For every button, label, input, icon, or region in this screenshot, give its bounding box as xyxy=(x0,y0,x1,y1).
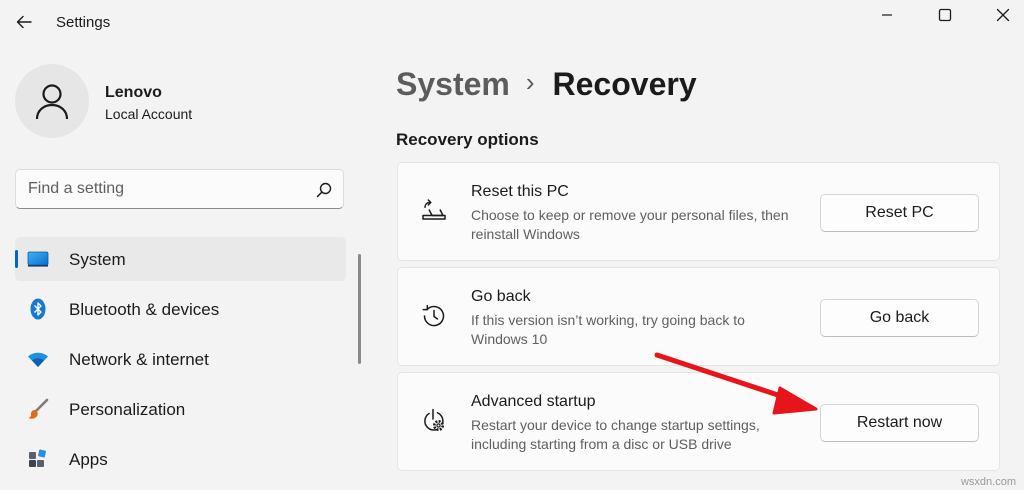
apps-icon xyxy=(27,448,49,470)
breadcrumb-parent[interactable]: System xyxy=(396,66,510,102)
sidebar-item-label: Network & internet xyxy=(69,350,209,369)
sidebar-item-label: Personalization xyxy=(69,400,186,419)
card-description: Choose to keep or remove your personal f… xyxy=(471,207,789,242)
title-bar: Settings xyxy=(0,0,1024,46)
advanced-startup-icon xyxy=(424,408,444,431)
back-button[interactable] xyxy=(10,8,38,36)
sidebar-item-bluetooth[interactable]: Bluetooth & devices xyxy=(15,287,346,331)
user-name: Lenovo xyxy=(105,84,162,101)
card-description: If this version isn’t working, try going… xyxy=(471,312,745,347)
card-title: Reset this PC xyxy=(471,183,569,200)
card-title: Go back xyxy=(471,288,531,305)
section-title: Recovery options xyxy=(396,130,539,149)
wifi-icon xyxy=(27,348,49,370)
history-icon xyxy=(422,304,445,327)
close-icon xyxy=(996,8,1010,22)
sidebar-item-label: System xyxy=(69,250,126,269)
sidebar-item-apps[interactable]: Apps xyxy=(15,437,346,481)
active-indicator xyxy=(15,250,18,268)
reset-pc-button[interactable]: Reset PC xyxy=(820,194,979,232)
sidebar-item-label: Bluetooth & devices xyxy=(69,300,220,319)
sidebar-item-system[interactable]: System xyxy=(15,237,346,281)
breadcrumb: System › Recovery xyxy=(396,66,697,110)
search-icon[interactable] xyxy=(315,181,333,199)
avatar[interactable] xyxy=(15,64,89,138)
page-title: Recovery xyxy=(552,66,697,102)
search-box[interactable] xyxy=(15,169,344,209)
maximize-icon xyxy=(938,8,952,22)
card-go-back: Go back If this version isn’t working, t… xyxy=(397,267,1000,366)
card-reset-pc: Reset this PC Choose to keep or remove y… xyxy=(397,162,1000,261)
app-title: Settings xyxy=(56,14,111,31)
go-back-button[interactable]: Go back xyxy=(820,299,979,337)
restart-now-button[interactable]: Restart now xyxy=(820,404,979,442)
bluetooth-icon xyxy=(27,298,49,320)
card-advanced-startup: Advanced startup Restart your device to … xyxy=(397,372,1000,471)
user-icon xyxy=(35,84,69,120)
sidebar-item-personalization[interactable]: Personalization xyxy=(15,387,346,431)
reset-pc-icon xyxy=(422,199,446,220)
sidebar-scrollbar[interactable] xyxy=(358,254,361,364)
maximize-button[interactable] xyxy=(916,0,974,30)
watermark: wsxdn.com xyxy=(960,476,1016,488)
close-button[interactable] xyxy=(974,0,1024,30)
monitor-icon xyxy=(27,248,49,270)
sidebar-item-label: Apps xyxy=(69,450,108,469)
sidebar-item-network[interactable]: Network & internet xyxy=(15,337,346,381)
minimize-icon xyxy=(882,14,892,16)
back-arrow-icon xyxy=(16,15,32,29)
account-type: Local Account xyxy=(105,106,193,122)
card-description: Restart your device to change startup se… xyxy=(471,417,760,452)
breadcrumb-separator: › xyxy=(525,67,535,97)
card-title: Advanced startup xyxy=(471,393,596,410)
search-input[interactable] xyxy=(28,179,308,199)
paintbrush-icon xyxy=(27,398,49,420)
minimize-button[interactable] xyxy=(858,0,916,30)
